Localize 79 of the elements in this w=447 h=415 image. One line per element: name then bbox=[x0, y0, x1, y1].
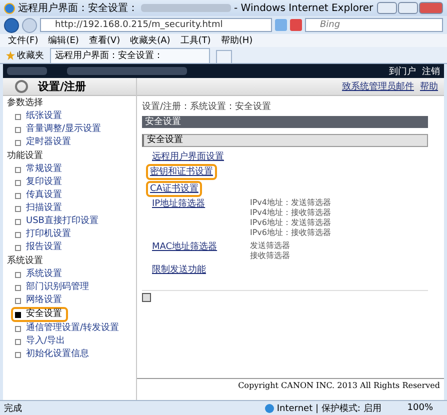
sidebar-item[interactable]: 通信管理设置/转发设置 bbox=[3, 322, 124, 335]
sidebar-item[interactable]: 音量调整/显示设置 bbox=[3, 123, 106, 136]
top-link[interactable]: 帮助 bbox=[420, 80, 438, 93]
zone-text: Internet | 保护模式: 启用 bbox=[276, 402, 382, 414]
detail-text: IPv4地址：发送筛选器 bbox=[250, 198, 332, 208]
header-link[interactable]: 注销 bbox=[422, 64, 440, 78]
settings-link[interactable]: 远程用户界面设置 bbox=[150, 151, 226, 163]
favorites-button[interactable]: 收藏夹 bbox=[6, 48, 44, 63]
page-top-button[interactable] bbox=[142, 293, 151, 302]
detail-text: IPv4地址：接收筛选器 bbox=[250, 208, 332, 218]
sidebar-item[interactable]: 安全设置 bbox=[11, 307, 68, 322]
sidebar-group-title: 功能设置 bbox=[6, 150, 44, 163]
menu-item[interactable]: 工具(T) bbox=[180, 34, 211, 47]
top-link[interactable]: 致系统管理员邮件 bbox=[342, 80, 414, 93]
bullet-icon bbox=[15, 140, 21, 146]
sidebar-item[interactable]: 系统设置 bbox=[3, 268, 66, 281]
page-title: 设置/注册 bbox=[38, 79, 86, 94]
bullet-icon bbox=[15, 272, 21, 278]
browser-logo-icon bbox=[4, 2, 15, 14]
detail-text: IPv6地址：发送筛选器 bbox=[250, 218, 332, 228]
sidebar-item[interactable]: 定时器设置 bbox=[3, 136, 75, 149]
settings-link[interactable]: 限制发送功能 bbox=[150, 264, 208, 276]
bullet-icon bbox=[15, 284, 21, 290]
menu-item[interactable]: 收藏夹(A) bbox=[130, 34, 170, 47]
bullet-icon bbox=[15, 126, 21, 132]
detail-text: IPv6地址：接收筛选器 bbox=[250, 228, 332, 238]
search-field[interactable]: Bing bbox=[305, 18, 443, 32]
detail-text: 接收筛选器 bbox=[250, 251, 291, 261]
sidebar-item[interactable]: 扫描设置 bbox=[3, 202, 66, 215]
window-title: 远程用户界面：安全设置： bbox=[18, 2, 138, 15]
detail-text: 发送筛选器 bbox=[250, 241, 291, 251]
bullet-icon bbox=[15, 180, 21, 186]
section-header: 安全设置 bbox=[142, 134, 428, 147]
back-button[interactable] bbox=[4, 18, 19, 32]
sidebar-item[interactable]: 初始化设置信息 bbox=[3, 348, 93, 361]
close-icon[interactable] bbox=[419, 2, 443, 14]
menu-item[interactable]: 查看(V) bbox=[88, 34, 120, 47]
bullet-icon bbox=[15, 312, 21, 318]
globe-icon bbox=[264, 404, 274, 412]
menu-item[interactable]: 帮助(H) bbox=[220, 34, 253, 47]
sidebar-group-title: 系统设置 bbox=[6, 255, 44, 268]
bullet-icon bbox=[15, 232, 21, 238]
bullet-icon bbox=[15, 166, 21, 172]
bullet-icon bbox=[15, 338, 21, 344]
settings-link[interactable]: CA证书设置 bbox=[146, 181, 202, 197]
sidebar-item[interactable]: 纸张设置 bbox=[3, 110, 66, 123]
bullet-icon bbox=[15, 206, 21, 212]
sidebar-item[interactable]: 打印机设置 bbox=[3, 228, 75, 241]
page-heading: 安全设置 bbox=[142, 116, 428, 128]
redacted-text bbox=[7, 67, 47, 75]
sidebar-item[interactable]: 部门识别码管理 bbox=[3, 281, 93, 294]
sidebar-item[interactable]: 报告设置 bbox=[3, 241, 66, 254]
sidebar-item[interactable]: 导入/导出 bbox=[3, 335, 70, 348]
window-title-suffix: - Windows Internet Explorer bbox=[234, 2, 374, 14]
settings-link[interactable]: IP地址筛选器 bbox=[150, 198, 208, 210]
header-link[interactable]: 到门户 bbox=[389, 64, 416, 78]
menu-item[interactable]: 编辑(E) bbox=[48, 34, 79, 47]
bullet-icon bbox=[15, 326, 21, 332]
sidebar-item[interactable]: 复印设置 bbox=[3, 176, 66, 189]
breadcrumb: 设置/注册：系统设置：安全设置 bbox=[142, 100, 272, 113]
bullet-icon bbox=[15, 298, 21, 304]
menu-item[interactable]: 文件(F) bbox=[8, 34, 38, 47]
status-text: 完成 bbox=[4, 402, 23, 414]
bullet-icon bbox=[15, 192, 21, 198]
bullet-icon bbox=[15, 244, 21, 250]
sidebar-item[interactable]: 传真设置 bbox=[3, 189, 66, 202]
bullet-icon bbox=[15, 114, 21, 120]
settings-link[interactable]: MAC地址筛选器 bbox=[150, 241, 220, 253]
sidebar-item[interactable]: 常规设置 bbox=[3, 163, 66, 176]
sidebar-item[interactable]: USB直接打印设置 bbox=[3, 215, 102, 228]
zoom-button[interactable]: 100% bbox=[407, 403, 433, 413]
bullet-icon bbox=[15, 352, 21, 358]
browser-tab[interactable]: 远程用户界面：安全设置： bbox=[50, 48, 210, 63]
settings-link[interactable]: 密钥和证书设置 bbox=[146, 164, 217, 180]
new-tab-button[interactable] bbox=[216, 50, 232, 63]
address-field[interactable]: http://192.168.0.215/m_security.html bbox=[40, 18, 272, 32]
bullet-icon bbox=[15, 218, 21, 224]
sidebar-group-title: 参数选择 bbox=[6, 97, 44, 110]
sidebar-item[interactable]: 网络设置 bbox=[3, 294, 66, 307]
